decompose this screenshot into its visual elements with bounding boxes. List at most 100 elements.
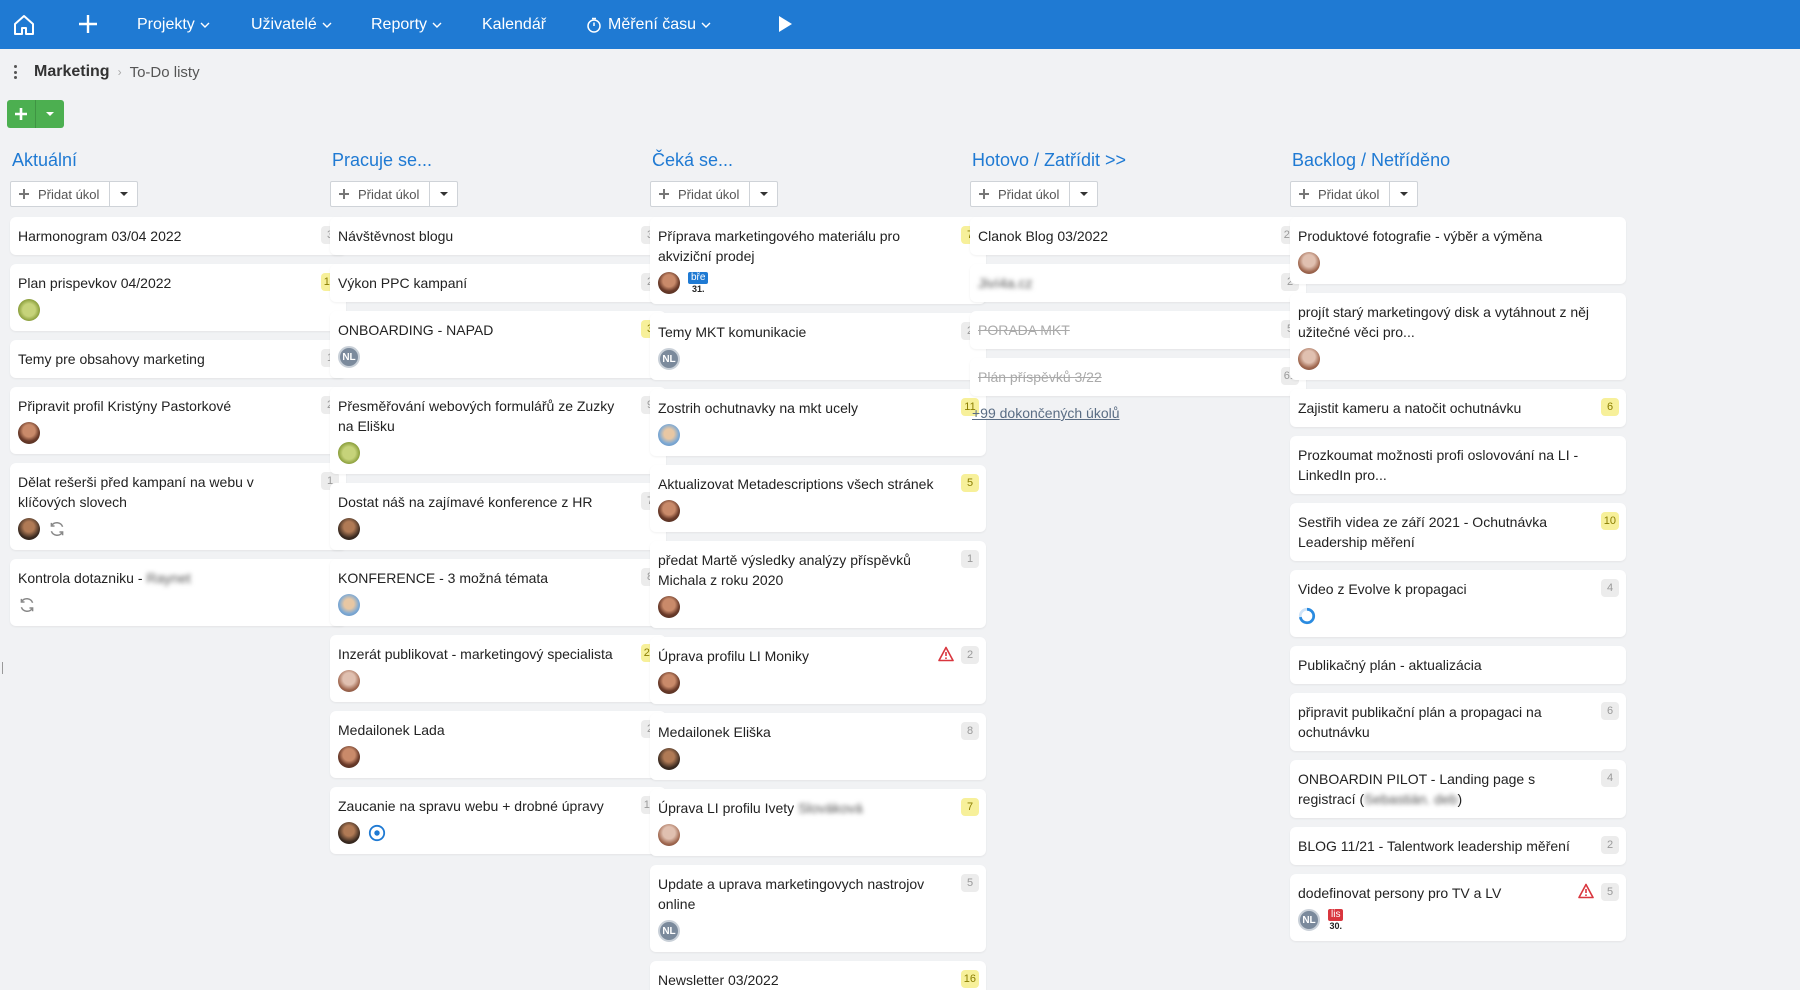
avatar [1298, 252, 1320, 274]
task-card[interactable]: Dostat náš na zajímavé konference z HR7 [330, 483, 666, 550]
nav-item-uzivatele[interactable]: Uživatelé [251, 0, 332, 49]
task-card[interactable]: Příprava marketingového materiálu pro ak… [650, 217, 986, 304]
task-card[interactable]: Plan prispevkov 04/202215 [10, 264, 346, 331]
task-card[interactable]: ONBOARDING - NAPAD3NL [330, 311, 666, 378]
task-card[interactable]: Prozkoumat možnosti profi oslovování na … [1290, 436, 1626, 494]
task-card[interactable]: Update a uprava marketingovych nastrojov… [650, 865, 986, 952]
task-card[interactable]: Úprava profilu LI Moniky 2 [650, 637, 986, 704]
chevron-down-icon [701, 22, 711, 28]
task-meta: NL lis 30. [1298, 908, 1592, 932]
column-title[interactable]: Pracuje se... [330, 145, 666, 175]
task-card[interactable]: Temy MKT komunikacie2NL [650, 313, 986, 380]
task-card[interactable]: projít starý marketingový disk a vytáhno… [1290, 293, 1626, 380]
task-card[interactable]: Produktové fotografie - výběr a výměna [1290, 217, 1626, 284]
task-card[interactable]: připravit publikační plán a propagaci na… [1290, 693, 1626, 751]
nav-item-label: Projekty [137, 15, 195, 33]
task-card[interactable]: Plán příspěvků 3/2261 [970, 358, 1306, 396]
subtask-count-badge: 5 [961, 874, 979, 892]
more-options-icon[interactable] [10, 63, 20, 81]
task-card[interactable]: KONFERENCE - 3 možná témata8 [330, 559, 666, 626]
add-task-dropdown[interactable] [110, 182, 137, 206]
column-title[interactable]: Aktuální [10, 145, 346, 175]
caret-down-icon [1399, 192, 1408, 196]
task-title: Příprava marketingového materiálu pro ak… [658, 226, 952, 266]
task-card[interactable]: Clanok Blog 03/202221 [970, 217, 1306, 255]
task-card[interactable]: Medailonek Lada2 [330, 711, 666, 778]
task-title: Kontrola dotazniku - Raynet [18, 568, 312, 588]
task-card[interactable]: Harmonogram 03/04 20223 [10, 217, 346, 255]
add-task-main[interactable]: Přidat úkol [11, 182, 110, 206]
task-card[interactable]: dodefinovat persony pro TV a LV 5 NL lis 30. [1290, 874, 1626, 941]
avatar [338, 518, 360, 540]
avatar [18, 299, 40, 321]
task-card[interactable]: Video z Evolve k propagaci 4 [1290, 570, 1626, 637]
task-card[interactable]: Medailonek Eliška 8 [650, 713, 986, 780]
home-icon[interactable] [10, 11, 38, 39]
completed-tasks-link[interactable]: +99 dokončených úkolů [970, 405, 1306, 421]
task-title: Prozkoumat možnosti profi oslovování na … [1298, 445, 1592, 485]
task-title-text: Úprava LI profilu Ivety [658, 800, 799, 816]
add-task-button[interactable]: Přidat úkol [970, 181, 1098, 207]
task-card[interactable]: Aktualizovat Metadescriptions všech strá… [650, 465, 986, 532]
nav-item-kalendar[interactable]: Kalendář [482, 0, 546, 49]
add-task-button[interactable]: Přidat úkol [10, 181, 138, 207]
add-task-button[interactable]: Přidat úkol [1290, 181, 1418, 207]
task-card[interactable]: Zajistit kameru a natočit ochutnávku 6 [1290, 389, 1626, 427]
task-card[interactable]: Připravit profil Kristýny Pastorkové2 [10, 387, 346, 454]
task-card[interactable]: Sestřih videa ze září 2021 - Ochutnávka … [1290, 503, 1626, 561]
task-title-text: Zajistit kameru a natočit ochutnávku [1298, 400, 1522, 416]
add-task-main[interactable]: Přidat úkol [331, 182, 430, 206]
caret-down-icon [759, 192, 768, 196]
plus-icon [19, 189, 29, 199]
add-task-button[interactable]: Přidat úkol [650, 181, 778, 207]
add-task-button[interactable]: Přidat úkol [330, 181, 458, 207]
task-meta: NL [338, 345, 632, 369]
play-icon[interactable] [775, 14, 795, 34]
task-card[interactable]: Dělat rešerši před kampaní na webu v klí… [10, 463, 346, 550]
add-task-dropdown[interactable] [1070, 182, 1097, 206]
nav-item-label: Měření času [608, 15, 697, 33]
task-card[interactable]: Výkon PPC kampaní2 [330, 264, 666, 302]
add-task-main[interactable]: Přidat úkol [1291, 182, 1390, 206]
add-list-main[interactable] [7, 100, 36, 128]
task-title-text: Aktualizovat Metadescriptions všech strá… [658, 476, 934, 492]
nav-item-reporty[interactable]: Reporty [371, 0, 442, 49]
column-title[interactable]: Čeká se... [650, 145, 986, 175]
add-task-dropdown[interactable] [1390, 182, 1417, 206]
card-list: Harmonogram 03/04 20223 Plan prispevkov 0… [10, 217, 346, 626]
task-card[interactable]: Zaucanie na spravu webu + drobné úpravy1… [330, 787, 666, 854]
task-card[interactable]: Jiví4a.cz 2 [970, 264, 1306, 302]
task-card[interactable]: Inzerát publikovat - marketingový specia… [330, 635, 666, 702]
task-card[interactable]: BLOG 11/21 - Talentwork leadership měřen… [1290, 827, 1626, 865]
task-title-blurred: Slováková [798, 800, 863, 816]
task-card[interactable]: předat Martě výsledky analýzy příspěvků … [650, 541, 986, 628]
task-card[interactable]: Návštěvnost blogu3 [330, 217, 666, 255]
task-meta [658, 499, 952, 523]
task-card[interactable]: ONBOARDIN PILOT - Landing page s registr… [1290, 760, 1626, 818]
task-card[interactable]: Zostrih ochutnavky na mkt ucely 11 [650, 389, 986, 456]
column-0: Aktuální Přidat úkol Harmonogram 03/04 202… [10, 145, 346, 635]
task-card[interactable]: PORADA MKT5 [970, 311, 1306, 349]
kanban-board: Aktuální Přidat úkol Harmonogram 03/04 202… [0, 145, 1800, 990]
due-date-badge: bře 31. [688, 272, 709, 294]
chevron-down-icon [322, 22, 332, 28]
add-task-main[interactable]: Přidat úkol [971, 182, 1070, 206]
nav-item-mereni-casu[interactable]: Měření času [586, 0, 711, 49]
task-card[interactable]: Přesměřování webových formulářů ze Zuzky… [330, 387, 666, 474]
nav-item-projekty[interactable]: Projekty [137, 0, 210, 49]
task-card[interactable]: Temy pre obsahovy marketing1 [10, 340, 346, 378]
add-list-dropdown[interactable] [36, 100, 64, 128]
column-title[interactable]: Backlog / Netříděno [1290, 145, 1626, 175]
add-list-button[interactable] [7, 100, 64, 128]
task-card[interactable]: Newsletter 03/2022 16 [650, 961, 986, 990]
breadcrumb-project[interactable]: Marketing [34, 63, 110, 81]
avatar [658, 824, 680, 846]
add-task-dropdown[interactable] [430, 182, 457, 206]
task-card[interactable]: Úprava LI profilu Ivety Slováková 7 [650, 789, 986, 856]
task-card[interactable]: Publikačný plán - aktualizácia [1290, 646, 1626, 684]
column-title[interactable]: Hotovo / Zatřídit >> [970, 145, 1306, 175]
add-icon[interactable] [74, 10, 102, 38]
add-task-main[interactable]: Přidat úkol [651, 182, 750, 206]
task-card[interactable]: Kontrola dotazniku - Raynet [10, 559, 346, 626]
add-task-dropdown[interactable] [750, 182, 777, 206]
